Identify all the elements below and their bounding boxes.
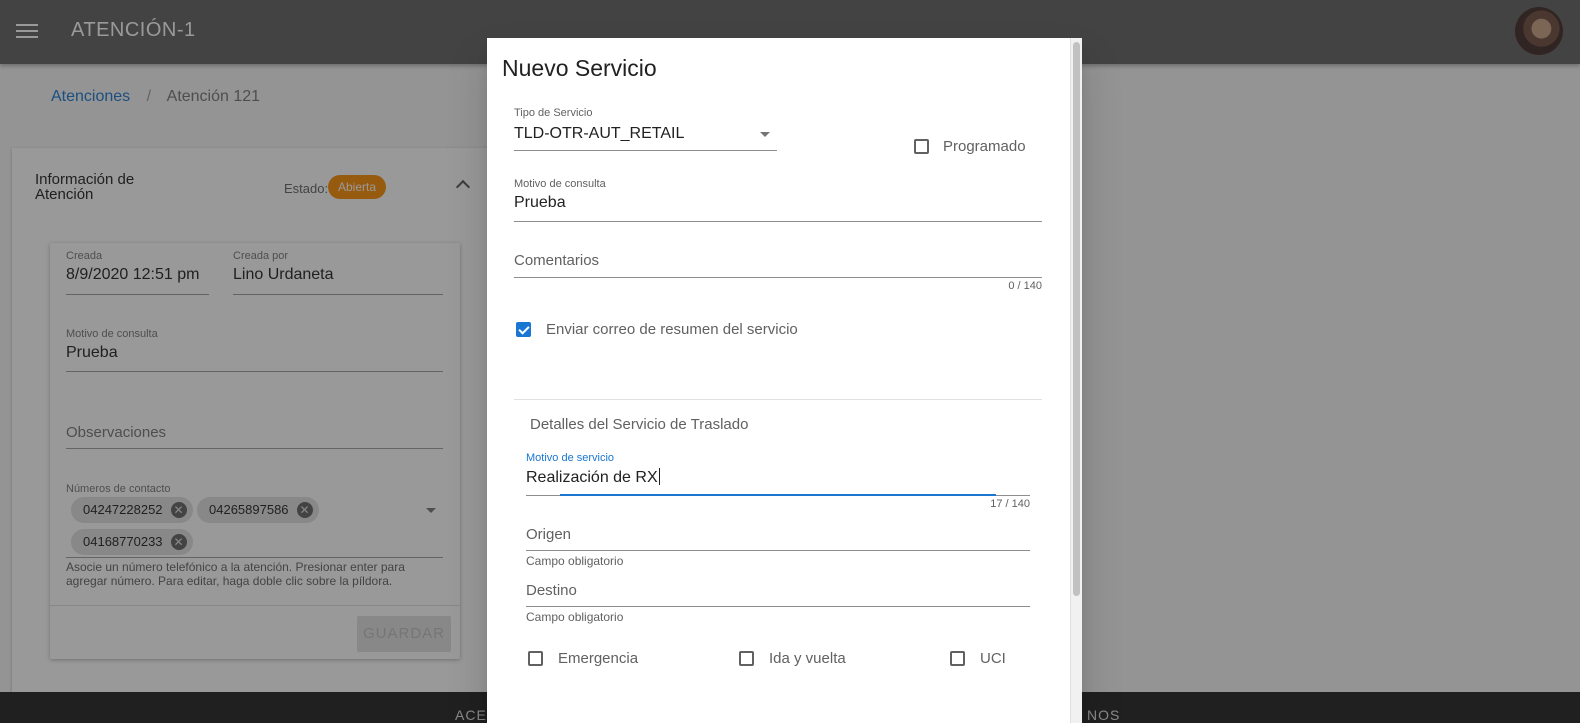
ida-vuelta-label: Ida y vuelta bbox=[769, 650, 846, 667]
tipo-servicio-select[interactable]: TLD-OTR-AUT_RETAIL bbox=[514, 125, 684, 143]
dialog-title: Nuevo Servicio bbox=[502, 55, 657, 81]
tipo-servicio-label: Tipo de Servicio bbox=[514, 107, 593, 119]
emergencia-label: Emergencia bbox=[558, 650, 639, 667]
motivo-servicio-value: Realización de RX bbox=[526, 469, 658, 486]
ida-vuelta-checkbox[interactable] bbox=[739, 651, 754, 666]
destino-help: Campo obligatorio bbox=[526, 610, 624, 624]
comentarios-underline bbox=[514, 277, 1042, 278]
scrollbar-thumb[interactable] bbox=[1073, 42, 1080, 596]
origen-help: Campo obligatorio bbox=[526, 554, 624, 568]
motivo-servicio-input[interactable]: Realización de RX bbox=[526, 468, 660, 487]
text-caret bbox=[658, 468, 660, 485]
origen-input[interactable]: Origen bbox=[526, 526, 571, 543]
destino-underline bbox=[526, 606, 1030, 607]
new-service-dialog: Nuevo Servicio Tipo de Servicio TLD-OTR-… bbox=[487, 38, 1082, 723]
emergencia-checkbox[interactable] bbox=[528, 651, 543, 666]
motivo-consulta-underline bbox=[514, 221, 1042, 222]
motivo-servicio-label: Motivo de servicio bbox=[526, 452, 615, 464]
transfer-details-title: Detalles del Servicio de Traslado bbox=[530, 416, 749, 433]
motivo-consulta-label: Motivo de consulta bbox=[514, 178, 606, 190]
section-divider bbox=[514, 399, 1042, 400]
programado-label: Programado bbox=[943, 138, 1026, 155]
chevron-down-icon[interactable] bbox=[760, 132, 770, 137]
comentarios-input[interactable]: Comentarios bbox=[514, 252, 599, 269]
programado-checkbox[interactable] bbox=[914, 139, 929, 154]
uci-checkbox[interactable] bbox=[950, 651, 965, 666]
uci-label: UCI bbox=[980, 650, 1006, 667]
motivo-consulta-input[interactable]: Prueba bbox=[514, 194, 566, 212]
destino-input[interactable]: Destino bbox=[526, 582, 577, 599]
tipo-servicio-underline bbox=[514, 150, 777, 151]
origen-underline bbox=[526, 550, 1030, 551]
email-summary-checkbox[interactable] bbox=[516, 322, 531, 337]
email-summary-label: Enviar correo de resumen del servicio bbox=[546, 321, 798, 338]
motivo-servicio-counter: 17 / 140 bbox=[990, 498, 1030, 510]
dialog-scrollbar[interactable] bbox=[1070, 38, 1082, 723]
comentarios-counter: 0 / 140 bbox=[1008, 280, 1042, 292]
motivo-servicio-focus-line bbox=[560, 494, 996, 496]
